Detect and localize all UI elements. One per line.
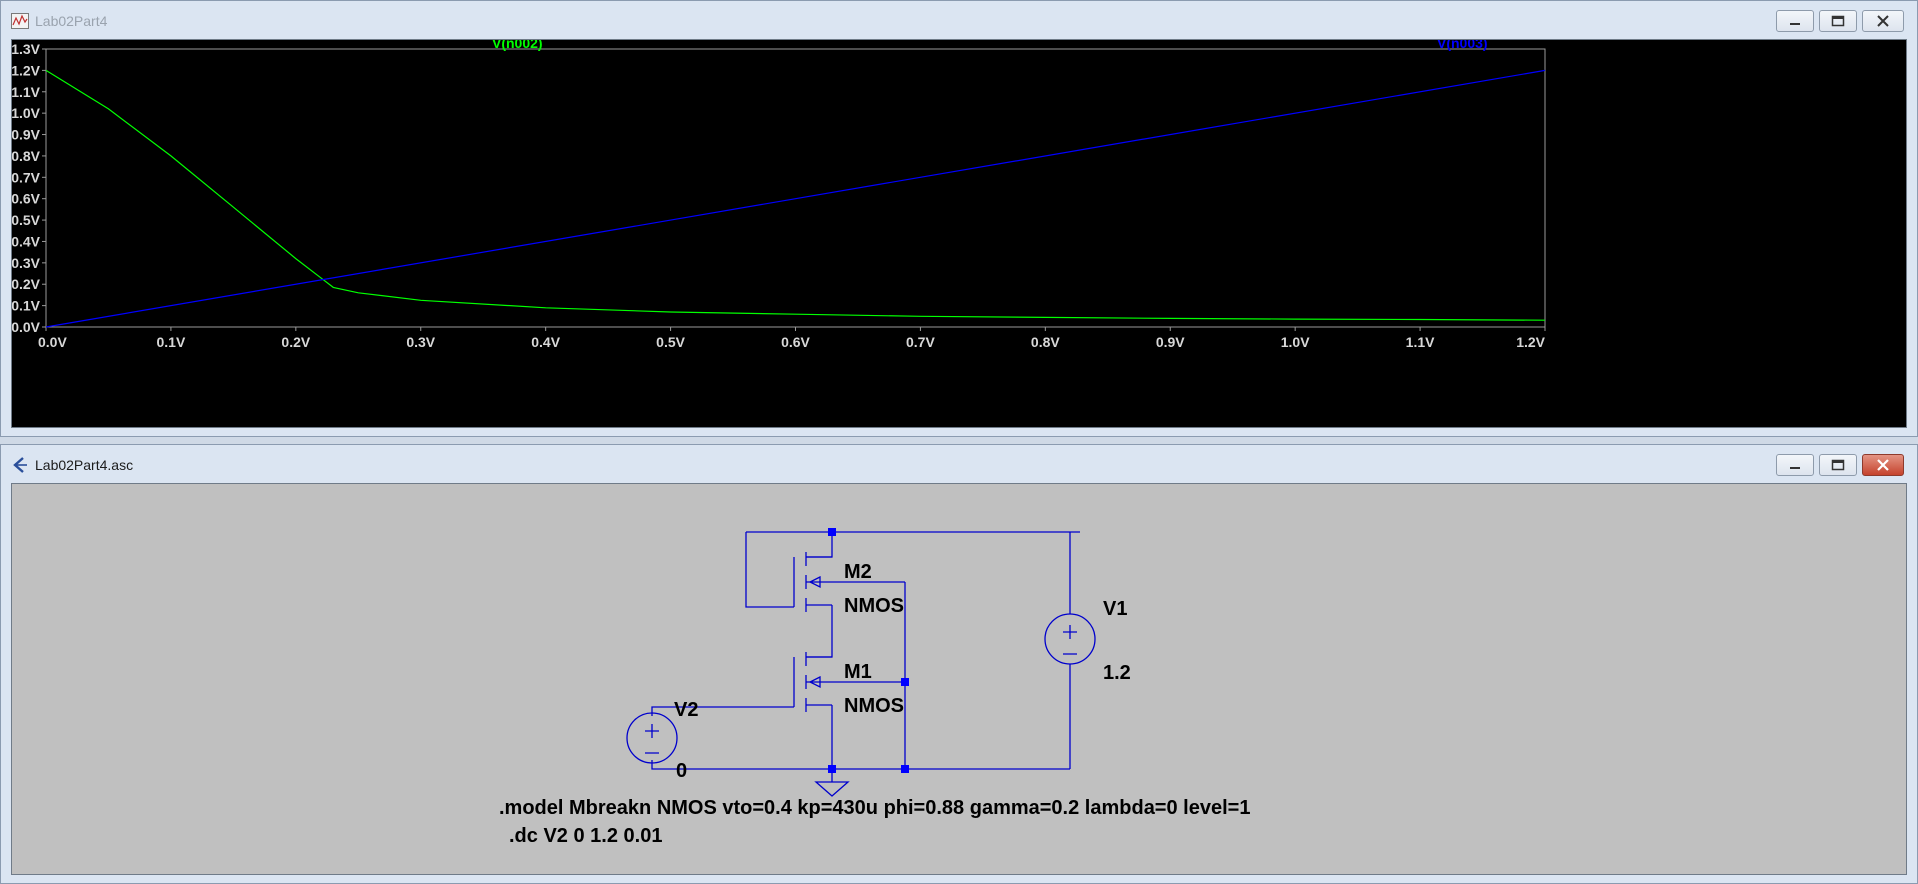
x-tick-label: 0.2V	[281, 334, 310, 350]
legend-label[interactable]: V(n002)	[492, 35, 543, 51]
waveform-window: Lab02Part4 0.0V 0.1V 0.2V 0.3V 0.4V 0.5V 0.6V 0…	[0, 0, 1918, 437]
y-tick-label: 0.3V	[12, 255, 41, 271]
restore-icon	[1831, 459, 1845, 471]
wire-ground-rail	[651, 760, 1070, 770]
plot-frame	[45, 48, 1546, 328]
waveform-maximize-button[interactable]	[1819, 10, 1857, 32]
junction-dot	[828, 765, 836, 773]
m1-model-label[interactable]: NMOS	[844, 695, 904, 717]
m2-name-label[interactable]: M2	[844, 561, 872, 583]
schematic-window: Lab02Part4.asc M2 NMOS M1 NMOS V1 1.2 V2…	[0, 444, 1918, 884]
wire-m2-gate-loop	[745, 532, 794, 608]
x-tick-label: 0.5V	[656, 334, 685, 350]
close-icon	[1877, 15, 1889, 27]
x-tick-label: 0.9V	[1156, 334, 1185, 350]
waveform-window-title: Lab02Part4	[35, 13, 108, 29]
schematic-close-button[interactable]	[1862, 454, 1904, 476]
dc-directive[interactable]: .dc V2 0 1.2 0.01	[509, 825, 662, 847]
y-tick-label: 0.9V	[12, 127, 41, 143]
junction-dot	[901, 765, 909, 773]
y-tick-label: 1.3V	[12, 41, 41, 57]
waveform-app-icon	[11, 13, 29, 29]
model-directive[interactable]: .model Mbreakn NMOS vto=0.4 kp=430u phi=…	[499, 797, 1250, 819]
waveform-minimize-button[interactable]	[1776, 10, 1814, 32]
x-tick-label: 0.7V	[906, 334, 935, 350]
junction-dot	[901, 678, 909, 686]
minimize-icon	[1790, 467, 1800, 469]
y-tick-label: 0.5V	[12, 212, 41, 228]
junction-dot	[828, 528, 836, 536]
x-tick-label: 0.4V	[531, 334, 560, 350]
x-tick-label: 1.1V	[1406, 334, 1435, 350]
schematic-maximize-button[interactable]	[1819, 454, 1857, 476]
y-tick-label: 0.8V	[12, 148, 41, 164]
restore-icon	[1831, 15, 1845, 27]
y-tick-label: 1.0V	[12, 105, 41, 121]
v1-value-label[interactable]: 1.2	[1103, 662, 1131, 684]
y-tick-label: 0.6V	[12, 191, 41, 207]
y-tick-label: 0.4V	[12, 233, 41, 249]
y-tick-label: 0.0V	[12, 319, 41, 335]
schematic-canvas[interactable]: M2 NMOS M1 NMOS V1 1.2 V2 0 .model Mbrea…	[11, 483, 1907, 875]
waveform-close-button[interactable]	[1862, 10, 1904, 32]
y-tick-label: 0.1V	[12, 298, 41, 314]
m2-model-label[interactable]: NMOS	[844, 595, 904, 617]
schematic-titlebar[interactable]: Lab02Part4.asc	[1, 445, 1917, 483]
v2-name-label[interactable]: V2	[674, 699, 698, 721]
waveform-plot-pane[interactable]: 0.0V 0.1V 0.2V 0.3V 0.4V 0.5V 0.6V 0.7V 0.8V 0.9V…	[11, 35, 1908, 429]
v1-name-label[interactable]: V1	[1103, 598, 1127, 620]
x-tick-label: 0.0V	[38, 334, 67, 350]
x-tick-label: 1.2V	[1516, 334, 1545, 350]
x-tick-label: 0.6V	[781, 334, 810, 350]
y-tick-label: 1.1V	[12, 84, 41, 100]
x-tick-label: 0.3V	[406, 334, 435, 350]
schematic-window-title: Lab02Part4.asc	[35, 457, 134, 473]
x-tick-label: 0.8V	[1031, 334, 1060, 350]
m1-name-label[interactable]: M1	[844, 661, 872, 683]
series-line-vn003	[45, 69, 1546, 328]
series-line-vn002	[45, 69, 1546, 321]
schematic-drawing[interactable]: M2 NMOS M1 NMOS V1 1.2 V2 0 .model Mbrea…	[12, 484, 1908, 876]
waveform-chart[interactable]: 0.0V 0.1V 0.2V 0.3V 0.4V 0.5V 0.6V 0.7V 0.8V 0.9V…	[11, 35, 1908, 429]
y-tick-label: 0.2V	[12, 276, 41, 292]
schematic-minimize-button[interactable]	[1776, 454, 1814, 476]
close-icon	[1877, 459, 1889, 471]
x-tick-label: 0.1V	[157, 334, 186, 350]
ground-symbol	[814, 769, 850, 797]
legend-label[interactable]: V(n003)	[1437, 35, 1488, 51]
y-tick-label: 0.7V	[12, 169, 41, 185]
minimize-icon	[1790, 23, 1800, 25]
waveform-titlebar[interactable]: Lab02Part4	[1, 1, 1917, 39]
schematic-app-icon	[13, 457, 27, 473]
v2-value-label[interactable]: 0	[676, 760, 687, 782]
wire-mid-node	[806, 605, 833, 658]
y-tick-label: 1.2V	[12, 62, 41, 78]
x-tick-label: 1.0V	[1281, 334, 1310, 350]
